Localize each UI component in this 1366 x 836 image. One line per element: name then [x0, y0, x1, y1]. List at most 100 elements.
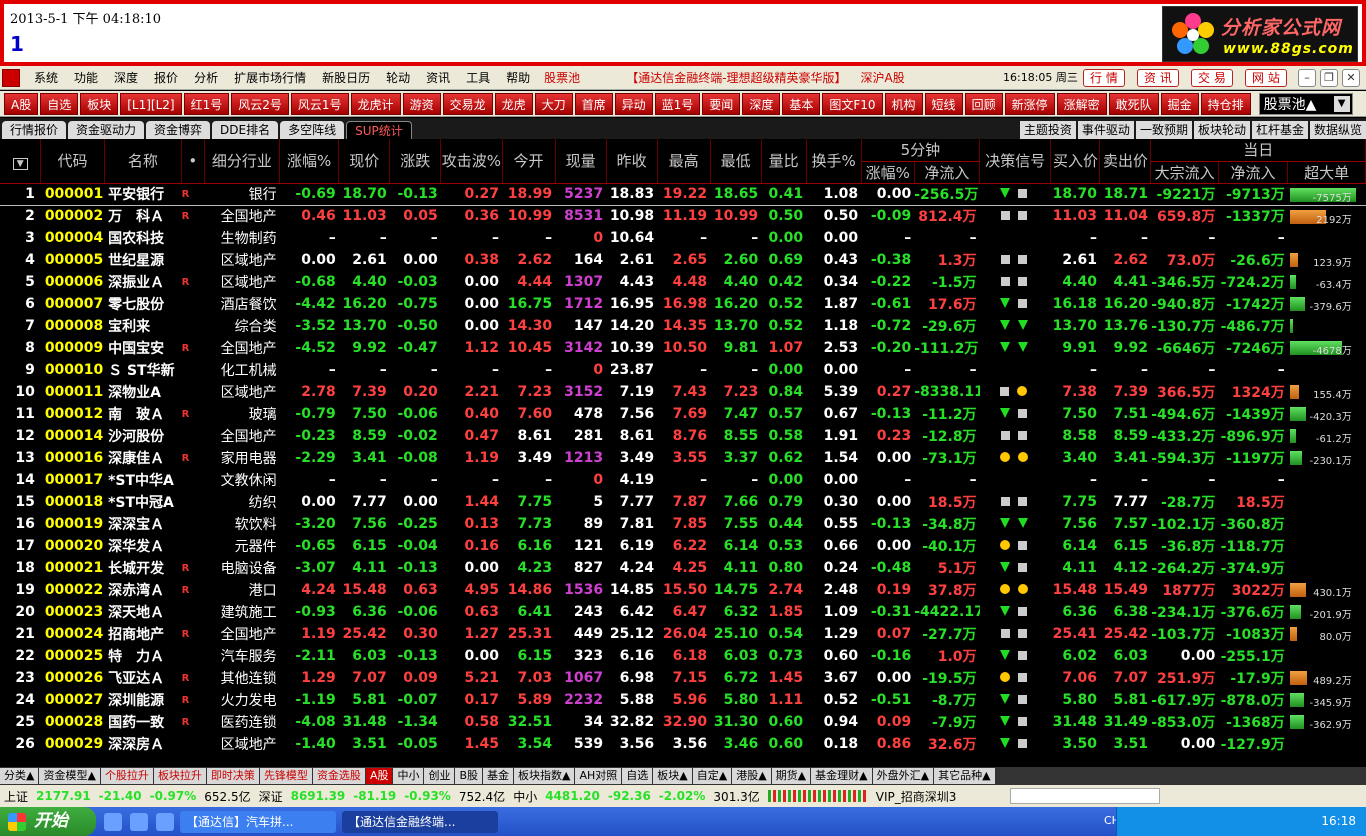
col-header[interactable]: 最低: [710, 139, 762, 184]
table-row[interactable]: 26 000029 深深房Ａ 区域地产 -1.40 3.51 -0.05 1.45 3.54 53…: [0, 733, 1366, 755]
bottom-tab[interactable]: 板块指数▲: [514, 768, 575, 784]
tab-bull-bear[interactable]: 多空阵线: [280, 121, 345, 139]
col-header[interactable]: 涨跌: [389, 139, 442, 184]
bottom-tab[interactable]: AH对照: [575, 768, 622, 784]
bottom-tab[interactable]: 先锋模型: [259, 768, 312, 784]
table-row[interactable]: 24 000027 深圳能源 R 火力发电 -1.19 5.81 -0.07 0.17 5.89 2…: [0, 689, 1366, 711]
site-logo[interactable]: 分析家公式网 www.88gs.com: [1162, 6, 1358, 62]
col-header[interactable]: •: [181, 139, 205, 184]
toolbar-button[interactable]: 短线: [924, 92, 963, 115]
table-row[interactable]: 11 000012 南 玻Ａ R 玻璃 -0.79 7.50 -0.06 0.40 7.60 478…: [0, 403, 1366, 425]
menu-analysis[interactable]: 分析: [186, 69, 226, 86]
bottom-tab[interactable]: 分类▲: [0, 768, 39, 784]
table-row[interactable]: 25 000028 国药一致 R 医药连锁 -4.08 31.48 -1.34 0.58 32.5…: [0, 711, 1366, 733]
table-row[interactable]: 16 000019 深深宝Ａ 软饮料 -3.20 7.56 -0.25 0.13 7.73 89 7…: [0, 513, 1366, 535]
tab-consensus[interactable]: 一致预期: [1135, 121, 1192, 139]
menu-tools[interactable]: 工具: [458, 69, 498, 86]
table-row[interactable]: 22 000025 特 力Ａ 汽车服务 -2.11 6.03 -0.13 0.00 6.15 32…: [0, 645, 1366, 667]
menu-info[interactable]: 资讯: [418, 69, 458, 86]
tray-clock[interactable]: 16:18: [1321, 814, 1356, 828]
col-header[interactable]: 昨收: [606, 139, 658, 184]
toolbar-button[interactable]: 回顾: [964, 92, 1003, 115]
col-header[interactable]: 量比: [761, 139, 807, 184]
website-button[interactable]: 网 站: [1245, 69, 1287, 87]
table-row[interactable]: 17 000020 深华发Ａ 元器件 -0.65 6.15 -0.04 0.16 6.16 121…: [0, 535, 1366, 557]
toolbar-button[interactable]: 龙虎计: [350, 92, 401, 115]
table-row[interactable]: 7 000008 宝利来 综合类 -3.52 13.70 -0.50 0.00 14.30 147…: [0, 315, 1366, 337]
table-row[interactable]: 4 000005 世纪星源 区域地产 0.00 2.61 0.00 0.38 2.62 164 2.…: [0, 249, 1366, 271]
toolbar-button[interactable]: 持仓排: [1200, 92, 1251, 115]
col-header[interactable]: 今开: [502, 139, 556, 184]
toolbar-button[interactable]: 红1号: [183, 92, 230, 115]
bottom-tab[interactable]: 板块▲: [653, 768, 692, 784]
table-row[interactable]: 5 000006 深振业Ａ R 区域地产 -0.68 4.40 -0.03 0.00 4.44 13…: [0, 271, 1366, 293]
col-header[interactable]: 代码: [40, 139, 105, 184]
col-header[interactable]: 净流入: [914, 161, 981, 184]
col-header[interactable]: 现量: [555, 139, 607, 184]
trade-button[interactable]: 交 易: [1191, 69, 1233, 87]
toolbar-button[interactable]: 风云2号: [231, 92, 289, 115]
table-row[interactable]: 2 000002 万 科Ａ R 全国地产 0.46 11.03 0.05 0.36 10.99 85…: [0, 205, 1366, 227]
toolbar-button[interactable]: [L1][L2]: [120, 92, 182, 115]
toolbar-button[interactable]: 蓝1号: [654, 92, 701, 115]
menu-quote[interactable]: 报价: [146, 69, 186, 86]
app-icon[interactable]: [2, 68, 20, 87]
toolbar-button[interactable]: 敢死队: [1108, 92, 1159, 115]
news-button[interactable]: 资 讯: [1137, 69, 1179, 87]
toolbar-button[interactable]: 要闻: [702, 92, 741, 115]
toolbar-button[interactable]: 图文F10: [822, 92, 883, 115]
ime-toolbar-icon[interactable]: [1010, 788, 1161, 804]
tab-theme-invest[interactable]: 主题投资: [1019, 121, 1076, 139]
toolbar-button[interactable]: 龙虎: [494, 92, 533, 115]
bottom-tab[interactable]: B股: [455, 768, 483, 784]
col-header[interactable]: 超大单: [1287, 161, 1366, 184]
toolbar-button[interactable]: 风云1号: [290, 92, 349, 115]
restore-icon[interactable]: ❐: [1320, 69, 1338, 87]
toolbar-button[interactable]: 深度: [742, 92, 781, 115]
table-row[interactable]: 1 000001 平安银行 R 银行 -0.69 18.70 -0.13 0.27 18.99 52…: [0, 183, 1366, 206]
start-button[interactable]: 开始: [0, 807, 96, 836]
col-header[interactable]: 涨幅%: [861, 161, 915, 184]
menu-ipo-calendar[interactable]: 新股日历: [314, 69, 378, 86]
toolbar-button[interactable]: 异动: [614, 92, 653, 115]
bottom-tab[interactable]: 基金: [483, 768, 514, 784]
table-row[interactable]: 14 000017 *ST中华A 文教休闲 – – – – –0 4.19– –0.00 0.00– –…: [0, 469, 1366, 491]
toolbar-button[interactable]: 游资: [402, 92, 441, 115]
taskbar-task[interactable]: 【通达信】汽车拼...: [180, 810, 336, 833]
menu-stock-pool[interactable]: 股票池: [538, 69, 586, 86]
toolbar-button[interactable]: 机构: [884, 92, 923, 115]
table-row[interactable]: 8 000009 中国宝安 R 全国地产 -4.52 9.92 -0.47 1.12 10.45 3…: [0, 337, 1366, 359]
bottom-tab[interactable]: 自定▲: [692, 768, 732, 784]
bottom-tab[interactable]: 创业: [424, 768, 455, 784]
bottom-tab[interactable]: 个股拉升: [100, 768, 153, 784]
bottom-tab[interactable]: 期货▲: [771, 768, 811, 784]
quicklaunch-icon[interactable]: [130, 812, 148, 831]
table-row[interactable]: 12 000014 沙河股份 全国地产 -0.23 8.59 -0.02 0.47 8.61 28…: [0, 425, 1366, 447]
bottom-tab[interactable]: 自选: [622, 768, 653, 784]
bottom-tab[interactable]: 其它品种▲: [934, 768, 995, 784]
bottom-tab[interactable]: 中小: [393, 768, 424, 784]
toolbar-button[interactable]: 自选: [40, 92, 79, 115]
tab-event-driven[interactable]: 事件驱动: [1077, 121, 1134, 139]
col-header[interactable]: 名称: [104, 139, 183, 184]
toolbar-button[interactable]: 新涨停: [1004, 92, 1055, 115]
sh-label[interactable]: 上证: [4, 788, 28, 805]
table-row[interactable]: 9 000010 Ｓ ST华新 化工机械 – – – – –0 23.87– –0.00 0.00– –…: [0, 359, 1366, 381]
menu-rotation[interactable]: 轮动: [378, 69, 418, 86]
table-row[interactable]: 21 000024 招商地产 R 全国地产 1.19 25.42 0.30 1.27 25.31 4…: [0, 623, 1366, 645]
table-row[interactable]: 6 000007 零七股份 酒店餐饮 -4.42 16.20 -0.75 0.00 16.75 1…: [0, 293, 1366, 315]
menu-help[interactable]: 帮助: [498, 69, 538, 86]
bottom-tab[interactable]: 即时决策: [206, 768, 259, 784]
toolbar-button[interactable]: 基本: [782, 92, 821, 115]
tab-quotes[interactable]: 行情报价: [2, 121, 67, 139]
taskbar-task-active[interactable]: 【通达信金融终端...: [342, 810, 498, 833]
table-row[interactable]: 20 000023 深天地Ａ 建筑施工 -0.93 6.36 -0.06 0.63 6.41 24…: [0, 601, 1366, 623]
toolbar-button[interactable]: A股: [4, 92, 39, 115]
col-header[interactable]: 换手%: [806, 139, 862, 184]
quote-button[interactable]: 行 情: [1083, 69, 1125, 87]
bottom-tab[interactable]: 板块拉升: [153, 768, 206, 784]
col-header[interactable]: 最高: [657, 139, 711, 184]
col-header[interactable]: 攻击波%: [440, 139, 503, 184]
toolbar-button[interactable]: 交易龙: [442, 92, 493, 115]
menu-system[interactable]: 系统: [26, 69, 66, 86]
